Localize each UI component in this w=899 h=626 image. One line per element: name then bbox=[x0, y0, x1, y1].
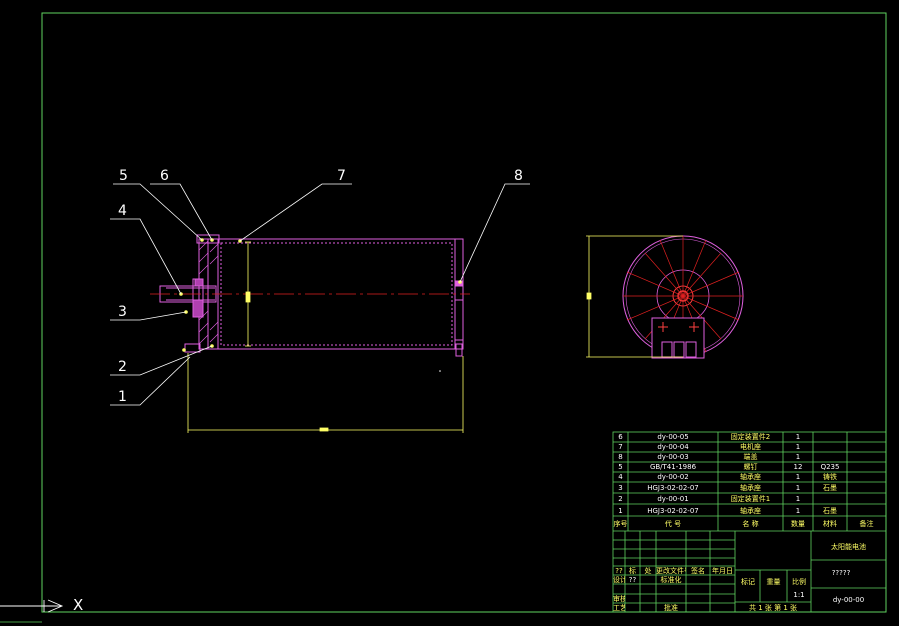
mark-5: 签名 bbox=[691, 567, 705, 575]
drawing-number: dy-00-00 bbox=[832, 596, 865, 604]
diameter-dimension bbox=[245, 241, 251, 347]
bom-header-code: 代 号 bbox=[664, 520, 682, 528]
balloon-7: 7 bbox=[337, 168, 346, 184]
bom-row-name: 轴承座 bbox=[740, 473, 761, 481]
bom-row-name: 轴承座 bbox=[740, 507, 761, 515]
front-view bbox=[150, 234, 470, 433]
designer-value: ?? bbox=[628, 576, 637, 584]
bom-row-qty: 1 bbox=[795, 443, 801, 451]
bom-row-code: dy-00-02 bbox=[657, 473, 689, 481]
ucs-x-label: X bbox=[73, 596, 84, 614]
sheet-count: 共 1 张 第 1 张 bbox=[748, 604, 798, 612]
item-marks bbox=[179, 238, 462, 352]
bom-row-qty: 1 bbox=[795, 473, 801, 481]
bom-row-name: 固定装置件1 bbox=[730, 495, 771, 503]
bom-header-no: 序号 bbox=[613, 520, 628, 528]
bom-row-no: 5 bbox=[618, 463, 623, 471]
bom-row-qty: 12 bbox=[793, 463, 803, 471]
bom-row-no: 1 bbox=[618, 507, 623, 515]
bom-row-code: dy-00-01 bbox=[657, 495, 689, 503]
bom-header-name: 名 称 bbox=[742, 520, 759, 528]
mark-3: 处 bbox=[644, 567, 652, 575]
bom-row-name: 端盖 bbox=[743, 453, 758, 461]
bom-row-no: 3 bbox=[618, 484, 623, 492]
bom-header-qty: 数量 bbox=[791, 520, 805, 528]
bom-row-material: Q235 bbox=[820, 463, 840, 471]
bom-row-code: dy-00-03 bbox=[657, 453, 689, 461]
bom-row-qty: 1 bbox=[795, 433, 801, 441]
balloon-leaders bbox=[110, 183, 530, 406]
balloon-4: 4 bbox=[118, 203, 127, 219]
company-name: ????? bbox=[831, 569, 851, 577]
balloon-5: 5 bbox=[119, 168, 128, 184]
bom-row-code: GB/T41-1986 bbox=[649, 463, 697, 471]
bom-row-qty: 1 bbox=[795, 453, 801, 461]
mark-label: 标记 bbox=[741, 578, 755, 586]
bom-row-code: dy-00-04 bbox=[657, 443, 689, 451]
scale-label: 比例 bbox=[792, 578, 806, 586]
balloon-2: 2 bbox=[118, 359, 127, 375]
bom-row-code: HGJ3-02-02-07 bbox=[647, 507, 699, 515]
bom-row-no: 7 bbox=[618, 443, 623, 451]
mark-6: 年月日 bbox=[712, 567, 733, 575]
designer-label: 设计 bbox=[613, 576, 625, 584]
length-dimension bbox=[187, 353, 464, 433]
cad-drawing-canvas[interactable] bbox=[0, 0, 899, 626]
bom-row-material: 铸铁 bbox=[823, 473, 837, 481]
bom-header-note: 备注 bbox=[859, 520, 874, 528]
bom-row-no: 6 bbox=[618, 433, 623, 441]
balloon-3: 3 bbox=[118, 304, 127, 320]
bom-row-name: 电机座 bbox=[740, 443, 761, 451]
balloon-8: 8 bbox=[514, 168, 523, 184]
ucs-icon bbox=[0, 599, 64, 613]
bom-row-name: 轴承座 bbox=[740, 484, 761, 492]
bom-header-material: 材料 bbox=[823, 520, 837, 528]
bom-row-no: 8 bbox=[618, 453, 623, 461]
bom-row-qty: 1 bbox=[795, 495, 801, 503]
bom-row-material: 石墨 bbox=[823, 484, 837, 492]
scale-value: 1:1 bbox=[793, 591, 805, 599]
stray-point bbox=[439, 370, 441, 372]
balloon-1: 1 bbox=[118, 389, 127, 405]
side-view-bracket bbox=[651, 317, 705, 359]
bom-row-no: 4 bbox=[618, 473, 623, 481]
approve-label: 批准 bbox=[664, 604, 678, 612]
bom-row-qty: 1 bbox=[795, 484, 801, 492]
bom-row-qty: 1 bbox=[795, 507, 801, 515]
drawing-title: 太阳能电池 bbox=[831, 543, 866, 551]
bom-row-material: 石墨 bbox=[823, 507, 837, 515]
bom-row-name: 螺钉 bbox=[743, 463, 758, 471]
side-view bbox=[586, 235, 744, 359]
bom-row-no: 2 bbox=[618, 495, 623, 503]
std-label: 标准化 bbox=[660, 576, 682, 584]
bom-row-code: dy-00-05 bbox=[657, 433, 689, 441]
bom-row-name: 固定装置件2 bbox=[730, 433, 771, 441]
process-label: 工艺 bbox=[613, 604, 625, 612]
bom-row-code: HGJ3-02-02-07 bbox=[647, 484, 699, 492]
balloon-6: 6 bbox=[160, 168, 169, 184]
weight-label: 重量 bbox=[766, 578, 781, 586]
